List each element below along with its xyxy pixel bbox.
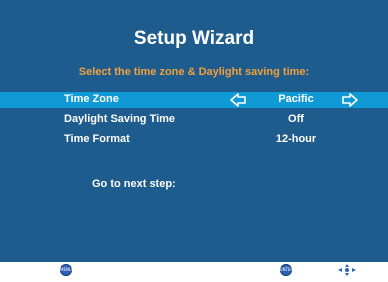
wizard-title: Setup Wizard: [133, 28, 255, 49]
footer-bar: [0, 262, 388, 279]
menu-button-icon[interactable]: MENU: [60, 264, 72, 276]
time-zone-row[interactable]: Time Zone Pacific: [0, 92, 388, 108]
time-zone-next-arrow-icon[interactable]: [340, 92, 360, 108]
time-zone-label: Time Zone: [64, 93, 119, 105]
enter-button-icon[interactable]: ENTER: [280, 264, 294, 276]
setup-wizard-screen: Setup Wizard Select the time zone & Dayl…: [0, 0, 388, 279]
time-zone-previous-arrow-icon[interactable]: [228, 92, 248, 108]
time-zone-value: Pacific: [278, 93, 314, 105]
daylight-saving-label: Daylight Saving Time: [64, 113, 176, 125]
directional-pad-icon: [336, 263, 358, 277]
go-to-next-step[interactable]: Go to next step:: [92, 178, 176, 190]
enter-button-text: ENTER: [280, 267, 294, 272]
wizard-subtitle: Select the time zone & Daylight saving t…: [78, 66, 310, 78]
daylight-saving-value: Off: [288, 113, 304, 125]
daylight-saving-row[interactable]: Daylight Saving Time Off: [0, 112, 388, 128]
time-format-row[interactable]: Time Format 12-hour: [0, 132, 388, 148]
wizard-panel: Setup Wizard Select the time zone & Dayl…: [0, 0, 388, 262]
time-format-label: Time Format: [64, 133, 130, 145]
time-format-value: 12-hour: [275, 133, 317, 145]
menu-button-text: MENU: [60, 267, 72, 272]
